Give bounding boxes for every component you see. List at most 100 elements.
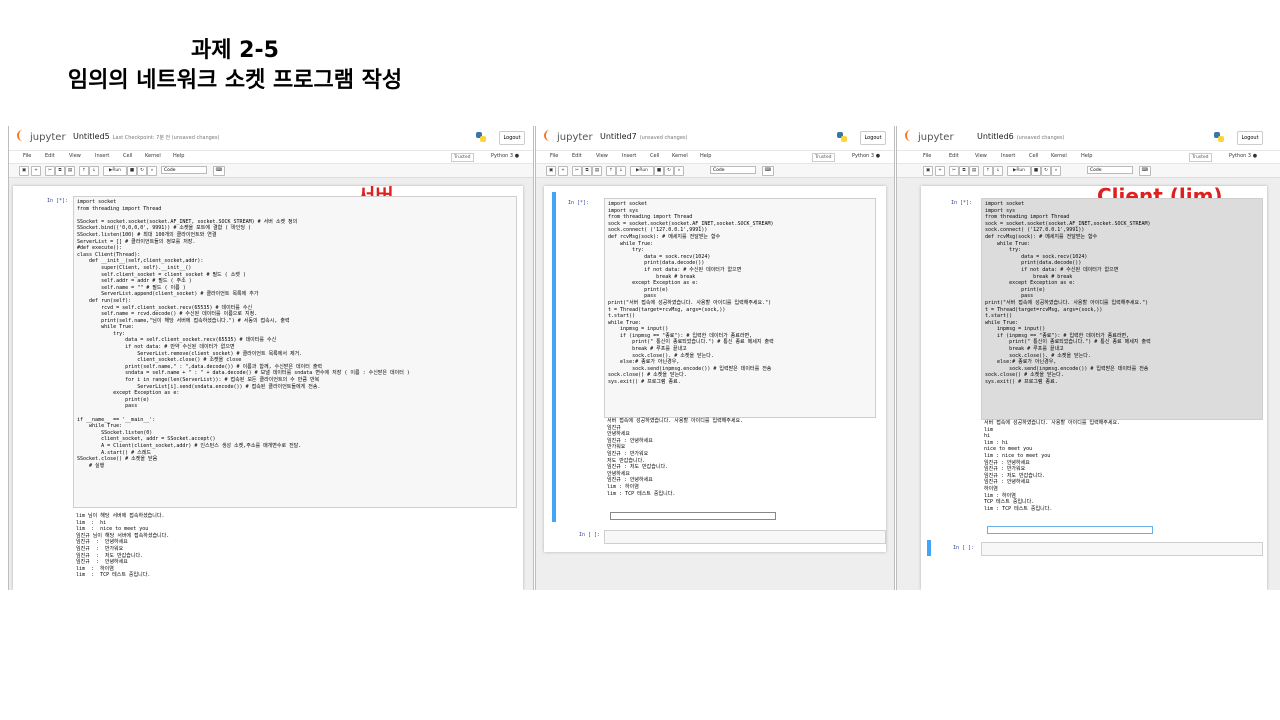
notebook-name[interactable]: Untitled5 Last Checkpoint: 7분 전 (unsaved … <box>73 132 219 141</box>
trusted-indicator[interactable]: Trusted <box>1189 153 1212 162</box>
menu-insert[interactable]: Insert <box>1001 153 1015 159</box>
menu-insert[interactable]: Insert <box>95 153 109 159</box>
run-button[interactable]: ▶Run <box>630 166 654 176</box>
code-text: import socket import sys from threading … <box>608 201 774 386</box>
keyboard-icon[interactable]: ⌨ <box>762 166 774 176</box>
kernel-indicator: Python 3 ● <box>852 153 881 159</box>
menu-bar: File Edit View Insert Cell Kernel Help T… <box>536 150 894 164</box>
run-button[interactable]: ▶Run <box>103 166 127 176</box>
menu-edit[interactable]: Edit <box>572 153 582 159</box>
toolbar: ▣ + ✂ ⧉ ▤ ↑ ↓ ▶Run ■ ↻ » Code ⌨ <box>9 164 533 178</box>
cut-icon[interactable]: ✂ <box>949 166 959 176</box>
paste-icon[interactable]: ▤ <box>592 166 602 176</box>
logout-button[interactable]: Logout <box>499 131 525 145</box>
jupyter-logo-icon <box>544 130 555 141</box>
move-down-icon[interactable]: ↓ <box>89 166 99 176</box>
menu-bar: File Edit View Insert Cell Kernel Help T… <box>897 150 1280 164</box>
empty-code-cell[interactable] <box>604 530 886 544</box>
restart-icon[interactable]: ↻ <box>664 166 674 176</box>
logout-button[interactable]: Logout <box>1237 131 1263 145</box>
menu-view[interactable]: View <box>596 153 608 159</box>
cell-prompt: In [*]: <box>47 198 69 204</box>
jupyter-logo: jupyter <box>17 130 66 143</box>
empty-cell-prompt: In [ ]: <box>579 532 601 538</box>
add-cell-icon[interactable]: + <box>935 166 945 176</box>
keyboard-icon[interactable]: ⌨ <box>213 166 225 176</box>
menu-insert[interactable]: Insert <box>622 153 636 159</box>
cell-output: 서버 접속에 성공하였습니다. 사용할 아이디를 입력해주세요. lim hi … <box>984 420 1121 512</box>
menu-kernel[interactable]: Kernel <box>1051 153 1067 159</box>
menu-kernel[interactable]: Kernel <box>672 153 688 159</box>
fast-forward-icon[interactable]: » <box>147 166 157 176</box>
restart-icon[interactable]: ↻ <box>1041 166 1051 176</box>
trusted-indicator[interactable]: Trusted <box>812 153 835 162</box>
move-up-icon[interactable]: ↑ <box>79 166 89 176</box>
run-button[interactable]: ▶Run <box>1007 166 1031 176</box>
restart-icon[interactable]: ↻ <box>137 166 147 176</box>
move-down-icon[interactable]: ↓ <box>616 166 626 176</box>
notebook-name[interactable]: Untitled7 (unsaved changes) <box>600 132 687 141</box>
stop-icon[interactable]: ■ <box>127 166 137 176</box>
stop-icon[interactable]: ■ <box>1031 166 1041 176</box>
copy-icon[interactable]: ⧉ <box>55 166 65 176</box>
trusted-indicator[interactable]: Trusted <box>451 153 474 162</box>
code-cell-input[interactable]: import socket import sys from threading … <box>604 198 876 418</box>
jupyter-window-server: jupyter Untitled5 Last Checkpoint: 7분 전 (… <box>8 126 534 590</box>
toolbar: ▣ + ✂ ⧉ ▤ ↑ ↓ ▶Run ■ ↻ » Code ⌨ <box>897 164 1280 178</box>
code-text: import socket from threading import Thre… <box>77 199 410 469</box>
cut-icon[interactable]: ✂ <box>572 166 582 176</box>
menu-cell[interactable]: Cell <box>1029 153 1038 159</box>
stdin-input-field[interactable] <box>610 512 776 520</box>
cell-type-select[interactable]: Code <box>161 166 207 174</box>
menu-file[interactable]: File <box>550 153 558 159</box>
checkpoint-status: (unsaved changes) <box>639 135 688 141</box>
empty-code-cell[interactable] <box>981 542 1263 556</box>
cut-icon[interactable]: ✂ <box>45 166 55 176</box>
cell-type-select[interactable]: Code <box>710 166 756 174</box>
jupyter-logo: jupyter <box>544 130 593 143</box>
add-cell-icon[interactable]: + <box>558 166 568 176</box>
menu-help[interactable]: Help <box>173 153 184 159</box>
slide-title: 과제 2-5 임의의 네트워크 소켓 프로그램 작성 <box>0 36 470 96</box>
paste-icon[interactable]: ▤ <box>969 166 979 176</box>
code-cell-input[interactable]: import socket import sys from threading … <box>981 198 1263 420</box>
save-icon[interactable]: ▣ <box>19 166 29 176</box>
menu-kernel[interactable]: Kernel <box>145 153 161 159</box>
save-icon[interactable]: ▣ <box>546 166 556 176</box>
cell-type-select[interactable]: Code <box>1087 166 1133 174</box>
save-icon[interactable]: ▣ <box>923 166 933 176</box>
paste-icon[interactable]: ▤ <box>65 166 75 176</box>
move-up-icon[interactable]: ↑ <box>983 166 993 176</box>
jupyter-logo-icon <box>17 130 28 141</box>
menu-help[interactable]: Help <box>700 153 711 159</box>
notebook-header: jupyter Untitled5 Last Checkpoint: 7분 전 (… <box>9 126 533 150</box>
toolbar: ▣ + ✂ ⧉ ▤ ↑ ↓ ▶Run ■ ↻ » Code ⌨ <box>536 164 894 178</box>
move-up-icon[interactable]: ↑ <box>606 166 616 176</box>
jupyter-logo: jupyter <box>905 130 954 143</box>
menu-edit[interactable]: Edit <box>949 153 959 159</box>
move-down-icon[interactable]: ↓ <box>993 166 1003 176</box>
menu-file[interactable]: File <box>23 153 31 159</box>
fast-forward-icon[interactable]: » <box>1051 166 1061 176</box>
keyboard-icon[interactable]: ⌨ <box>1139 166 1151 176</box>
stop-icon[interactable]: ■ <box>654 166 664 176</box>
menu-view[interactable]: View <box>69 153 81 159</box>
menu-edit[interactable]: Edit <box>45 153 55 159</box>
menu-view[interactable]: View <box>975 153 987 159</box>
menu-help[interactable]: Help <box>1081 153 1092 159</box>
notebook-name[interactable]: Untitled6 (unsaved changes) <box>977 132 1064 141</box>
notebook-header: jupyter Untitled7 (unsaved changes) Logou… <box>536 126 894 150</box>
checkpoint-status: (unsaved changes) <box>1016 135 1065 141</box>
menu-cell[interactable]: Cell <box>123 153 132 159</box>
stdin-input-field[interactable] <box>987 526 1153 534</box>
menu-file[interactable]: File <box>923 153 931 159</box>
menu-cell[interactable]: Cell <box>650 153 659 159</box>
fast-forward-icon[interactable]: » <box>674 166 684 176</box>
jupyter-window-client-1: jupyter Untitled7 (unsaved changes) Logou… <box>535 126 895 590</box>
add-cell-icon[interactable]: + <box>31 166 41 176</box>
logout-button[interactable]: Logout <box>860 131 886 145</box>
copy-icon[interactable]: ⧉ <box>582 166 592 176</box>
empty-cell-prompt: In [ ]: <box>953 545 975 551</box>
copy-icon[interactable]: ⧉ <box>959 166 969 176</box>
code-cell-input[interactable]: import socket from threading import Thre… <box>73 196 517 508</box>
